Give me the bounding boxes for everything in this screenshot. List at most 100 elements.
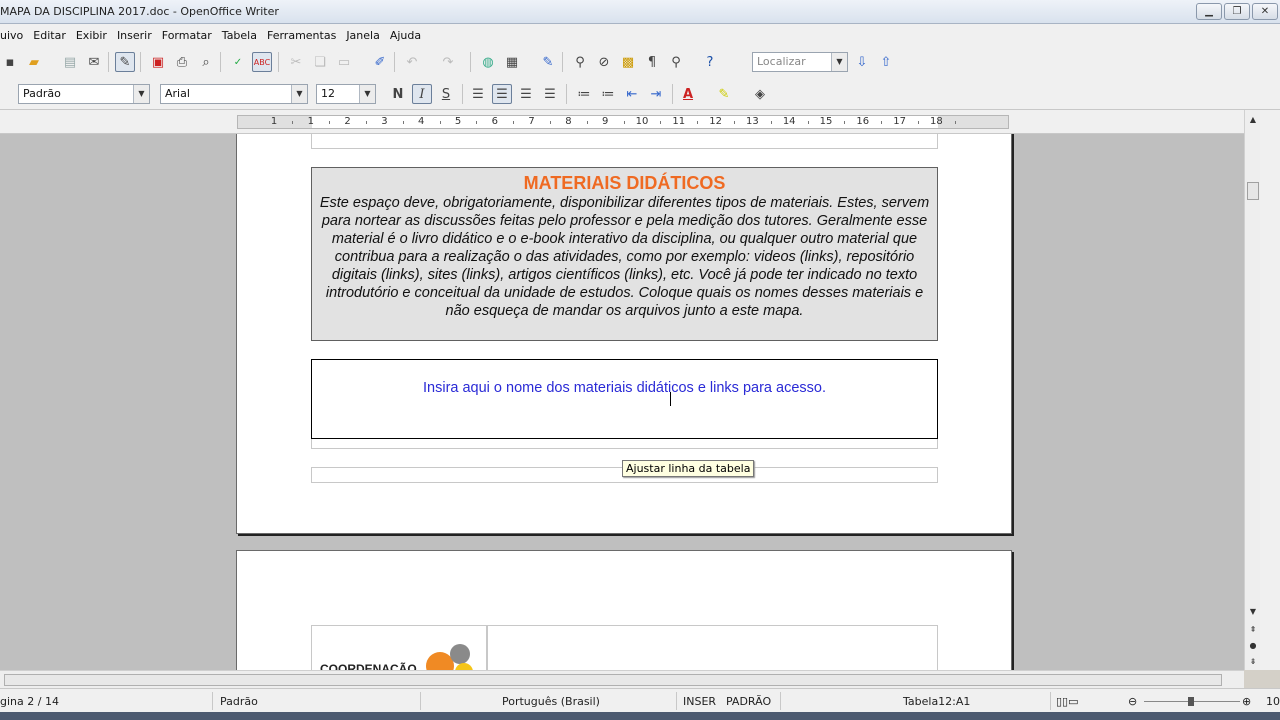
zoom-slider-handle[interactable] bbox=[1188, 697, 1194, 706]
table-row[interactable] bbox=[311, 439, 938, 449]
menu-formatar[interactable]: Formatar bbox=[157, 29, 217, 42]
navigator-icon[interactable]: ⊘ bbox=[594, 52, 614, 72]
navigation-icon[interactable]: ● bbox=[1247, 640, 1259, 652]
auto-spellcheck-icon[interactable]: ABC bbox=[252, 52, 272, 72]
horizontal-ruler[interactable]: 1 1 2 3 4 5 6 7 8 9 10 11 12 13 14 15 16 17 18 bbox=[237, 115, 1009, 129]
insert-mode[interactable]: INSER bbox=[683, 695, 716, 708]
close-button[interactable]: ✕ bbox=[1252, 3, 1278, 20]
menu-arquivo[interactable]: uivo bbox=[0, 29, 28, 42]
table-divider bbox=[486, 625, 488, 670]
table-row[interactable] bbox=[311, 134, 938, 149]
selection-mode[interactable]: PADRÃO bbox=[726, 695, 771, 708]
scroll-down-icon[interactable]: ▼ bbox=[1247, 606, 1259, 618]
materials-input-cell[interactable]: Insira aqui o nome dos materiais didátic… bbox=[311, 359, 938, 439]
background-color-icon[interactable]: ◈ bbox=[750, 84, 770, 104]
chevron-down-icon[interactable]: ▼ bbox=[831, 53, 847, 71]
help-icon[interactable]: ? bbox=[700, 52, 720, 72]
menu-tabela[interactable]: Tabela bbox=[217, 29, 262, 42]
text-cursor bbox=[670, 392, 671, 406]
font-color-icon[interactable]: A bbox=[678, 84, 698, 104]
restore-button[interactable]: ❐ bbox=[1224, 3, 1250, 20]
next-page-icon[interactable]: ⇟ bbox=[1247, 656, 1259, 668]
decrease-indent-icon[interactable]: ⇤ bbox=[622, 84, 642, 104]
email-icon[interactable]: ✉ bbox=[84, 52, 104, 72]
paragraph-style-select[interactable]: Padrão ▼ bbox=[18, 84, 150, 104]
table-icon[interactable]: ▦ bbox=[502, 52, 522, 72]
numbering-icon[interactable]: ≔ bbox=[574, 84, 594, 104]
italic-button[interactable]: I bbox=[412, 84, 432, 104]
open-folder-icon[interactable]: ▰ bbox=[24, 52, 44, 72]
vertical-scrollbar[interactable]: ▲ ▼ ⇞ ● ⇟ bbox=[1244, 110, 1260, 670]
scroll-up-icon[interactable]: ▲ bbox=[1247, 114, 1259, 126]
cut-icon[interactable]: ✂ bbox=[286, 52, 306, 72]
chevron-down-icon[interactable]: ▼ bbox=[133, 85, 149, 103]
format-paintbrush-icon[interactable]: ✐ bbox=[370, 52, 390, 72]
paste-icon[interactable]: ▭ bbox=[334, 52, 354, 72]
ruler-tick bbox=[513, 121, 515, 124]
gallery-icon[interactable]: ▩ bbox=[618, 52, 638, 72]
title-bar: MAPA DA DISCIPLINA 2017.doc - OpenOffice… bbox=[0, 0, 1280, 24]
menu-ferramentas[interactable]: Ferramentas bbox=[262, 29, 341, 42]
align-justify-icon[interactable]: ☰ bbox=[540, 84, 560, 104]
menu-inserir[interactable]: Inserir bbox=[112, 29, 157, 42]
page-indicator[interactable]: gina 2 / 14 bbox=[0, 695, 59, 708]
scrollbar-thumb[interactable] bbox=[4, 674, 1222, 686]
ruler-tick bbox=[770, 121, 772, 124]
highlight-icon[interactable]: ✎ bbox=[714, 84, 734, 104]
document-page[interactable]: COORDENAÇÃO bbox=[236, 550, 1012, 670]
materials-header-cell[interactable]: MATERIAIS DIDÁTICOS Este espaço deve, ob… bbox=[311, 167, 938, 341]
find-previous-icon[interactable]: ⇧ bbox=[876, 52, 896, 72]
zoom-in-icon[interactable]: ⊕ bbox=[1242, 695, 1251, 708]
edit-mode-icon[interactable]: ✎ bbox=[115, 52, 135, 72]
save-icon[interactable]: ▤ bbox=[60, 52, 80, 72]
previous-page-icon[interactable]: ⇞ bbox=[1247, 624, 1259, 636]
new-document-icon[interactable]: ▪ bbox=[0, 52, 20, 72]
zoom-icon[interactable]: ⚲ bbox=[666, 52, 686, 72]
hyperlink-icon[interactable]: ◍ bbox=[478, 52, 498, 72]
find-next-icon[interactable]: ⇩ bbox=[852, 52, 872, 72]
coordination-logo-icon bbox=[420, 642, 476, 670]
view-layout-icon[interactable]: ▯▯▭ bbox=[1056, 695, 1079, 708]
spellcheck-icon[interactable]: ✓ bbox=[228, 52, 248, 72]
chevron-down-icon[interactable]: ▼ bbox=[291, 85, 307, 103]
underline-button[interactable]: S bbox=[436, 84, 456, 104]
language[interactable]: Português (Brasil) bbox=[502, 695, 600, 708]
copy-icon[interactable]: ❏ bbox=[310, 52, 330, 72]
zoom-out-icon[interactable]: ⊖ bbox=[1128, 695, 1137, 708]
horizontal-scrollbar[interactable] bbox=[0, 670, 1244, 688]
font-name-select[interactable]: Arial ▼ bbox=[160, 84, 308, 104]
zoom-level[interactable]: 10 bbox=[1266, 695, 1280, 708]
find-input[interactable]: Localizar ▼ bbox=[752, 52, 848, 72]
print-preview-icon[interactable]: ⌕ bbox=[196, 52, 216, 72]
scrollbar-thumb[interactable] bbox=[1247, 182, 1259, 200]
header-table[interactable]: COORDENAÇÃO bbox=[311, 625, 938, 670]
redo-icon[interactable]: ↷ bbox=[438, 52, 458, 72]
font-size-value: 12 bbox=[321, 87, 335, 100]
draw-functions-icon[interactable]: ✎ bbox=[538, 52, 558, 72]
page-style[interactable]: Padrão bbox=[220, 695, 258, 708]
bold-button[interactable]: N bbox=[388, 84, 408, 104]
menu-editar[interactable]: Editar bbox=[28, 29, 71, 42]
menu-exibir[interactable]: Exibir bbox=[71, 29, 112, 42]
font-size-select[interactable]: 12 ▼ bbox=[316, 84, 376, 104]
ruler-label: 8 bbox=[565, 116, 572, 127]
export-pdf-icon[interactable]: ▣ bbox=[148, 52, 168, 72]
menu-janela[interactable]: Janela bbox=[341, 29, 385, 42]
ruler-label: 5 bbox=[454, 116, 462, 127]
ruler-tick bbox=[844, 121, 846, 124]
align-center-icon[interactable]: ☰ bbox=[492, 84, 512, 104]
print-icon[interactable]: ⎙ bbox=[172, 52, 192, 72]
paragraph-style-value: Padrão bbox=[23, 87, 61, 100]
chevron-down-icon[interactable]: ▼ bbox=[359, 85, 375, 103]
menu-ajuda[interactable]: Ajuda bbox=[385, 29, 426, 42]
formatting-marks-icon[interactable]: ¶ bbox=[642, 52, 662, 72]
undo-icon[interactable]: ↶ bbox=[402, 52, 422, 72]
align-right-icon[interactable]: ☰ bbox=[516, 84, 536, 104]
find-replace-icon[interactable]: ⚲ bbox=[570, 52, 590, 72]
align-left-icon[interactable]: ☰ bbox=[468, 84, 488, 104]
minimize-button[interactable]: ▁ bbox=[1196, 3, 1222, 20]
placeholder-text[interactable]: Insira aqui o nome dos materiais didátic… bbox=[312, 380, 937, 396]
increase-indent-icon[interactable]: ⇥ bbox=[646, 84, 666, 104]
document-workspace[interactable]: MATERIAIS DIDÁTICOS Este espaço deve, ob… bbox=[0, 134, 1244, 670]
bullets-icon[interactable]: ≔ bbox=[598, 84, 618, 104]
